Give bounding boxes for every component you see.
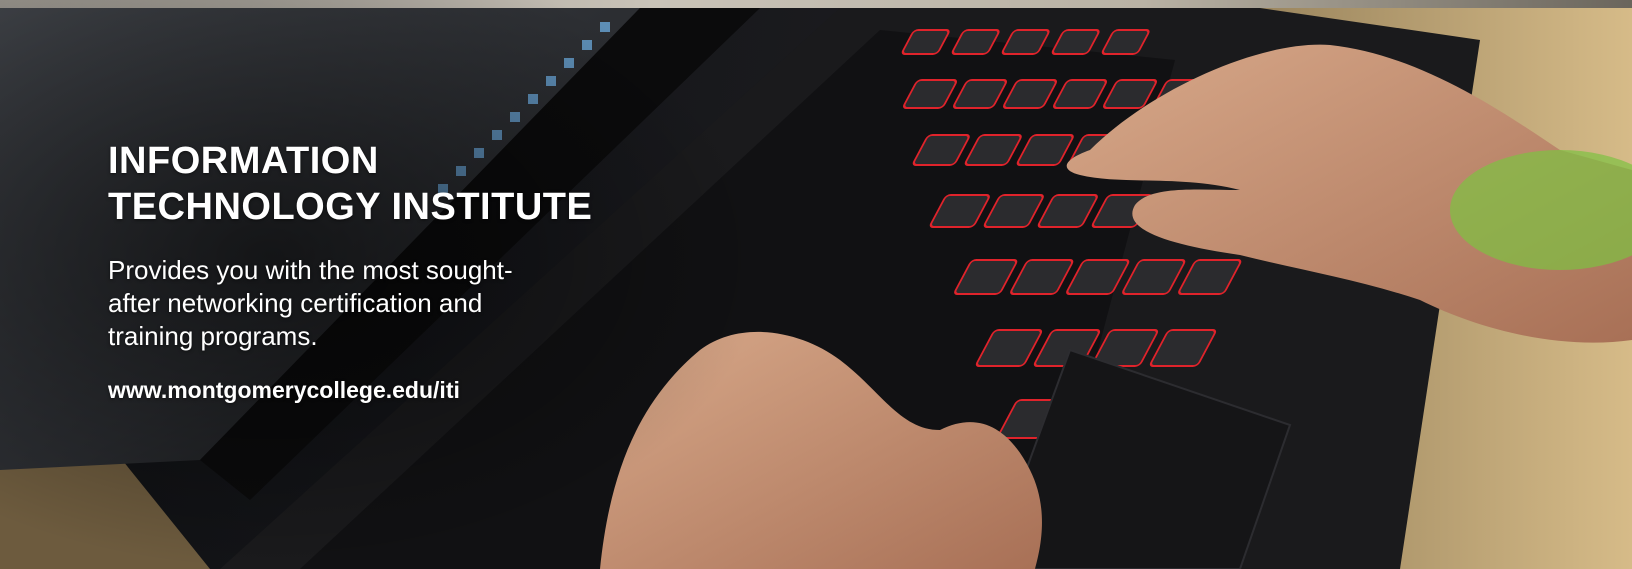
banner-text: INFORMATION TECHNOLOGY INSTITUTE Provide…: [108, 138, 668, 405]
description-line-1: Provides you with the most sought-: [108, 255, 513, 285]
description-line-2: after networking certification and: [108, 288, 483, 318]
description-line-3: training programs.: [108, 321, 318, 351]
title-line-2: TECHNOLOGY INSTITUTE: [108, 186, 593, 228]
banner-title: INFORMATION TECHNOLOGY INSTITUTE: [108, 138, 668, 230]
banner-description: Provides you with the most sought- after…: [108, 254, 668, 353]
title-line-1: INFORMATION: [108, 140, 379, 182]
banner: INFORMATION TECHNOLOGY INSTITUTE Provide…: [0, 0, 1632, 569]
website-url[interactable]: www.montgomerycollege.edu/iti: [108, 375, 668, 405]
